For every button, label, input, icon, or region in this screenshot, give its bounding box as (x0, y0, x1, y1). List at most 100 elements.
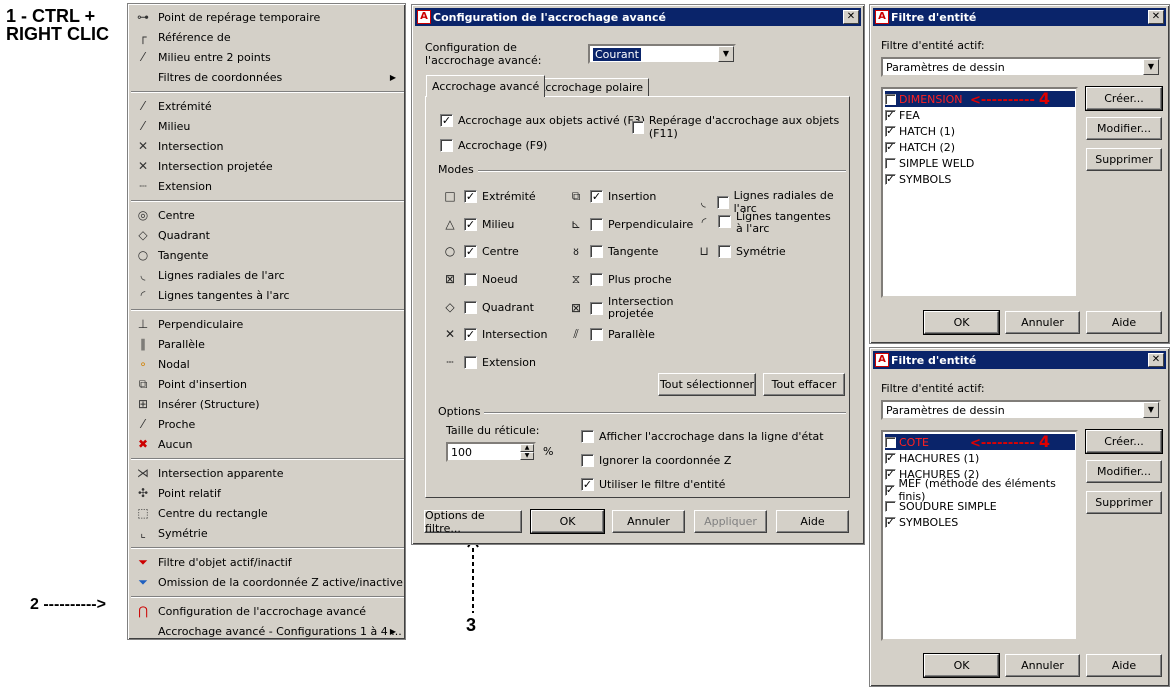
menu-item-arc-tangent[interactable]: ◜ Lignes tangentes à l'arc (131, 285, 404, 305)
menu-item-endpoint[interactable]: ⁄ Extrémité (131, 96, 404, 116)
mode-apparent-intersection[interactable]: ⊠ Intersection projetée (568, 296, 688, 320)
config-select[interactable]: Courant ▼ (588, 44, 736, 64)
list-item[interactable]: SOUDURE SIMPLE (885, 498, 1075, 514)
help-button[interactable]: Aide (1086, 654, 1162, 677)
mode-endpoint[interactable]: □ ✓ Extrémité (442, 189, 535, 203)
mode-parallel[interactable]: ⫽ Parallèle (568, 327, 655, 342)
mode-extension[interactable]: ┄ Extension (442, 355, 536, 369)
menu-item-snap-configs-1-4[interactable]: Accrochage avancé - Configurations 1 à 4… (131, 621, 404, 641)
snap-f9-checkbox[interactable] (440, 139, 453, 152)
close-button[interactable]: ✕ (843, 10, 859, 24)
mode-center[interactable]: ○ ✓ Centre (442, 244, 519, 258)
opt-ignore-z-row[interactable]: Ignorer la coordonnée Z (581, 454, 731, 467)
mode-arc-tangent[interactable]: ◜ Lignes tangentes à l'arc (696, 211, 836, 235)
mode-parallel-checkbox[interactable] (590, 328, 603, 341)
menu-item-extension[interactable]: ┈ Extension (131, 176, 404, 196)
menu-item-tangent[interactable]: ○ Tangente (131, 245, 404, 265)
delete-button[interactable]: Supprimer (1086, 148, 1162, 171)
opt-show-status-checkbox[interactable] (581, 430, 594, 443)
mode-midpoint-checkbox[interactable]: ✓ (464, 217, 477, 231)
filter-options-button[interactable]: Options de filtre... (424, 509, 522, 535)
snap-f9-row[interactable]: Accrochage (F9) (440, 139, 547, 152)
menu-item-relative-point[interactable]: ✣ Point relatif (131, 483, 404, 503)
mode-arc-tangent-checkbox[interactable] (718, 215, 731, 228)
menu-item-mid-between[interactable]: ⁄ Milieu entre 2 points (131, 47, 404, 67)
cancel-button[interactable]: Annuler (1005, 654, 1080, 677)
mode-midpoint[interactable]: △ ✓ Milieu (442, 217, 514, 231)
list-item[interactable]: ✓ MEF (méthode des éléments finis) (885, 477, 1075, 503)
tab-advanced-snap[interactable]: Accrochage avancé (426, 75, 546, 97)
mode-tangent-checkbox[interactable] (590, 244, 603, 258)
mode-perpendicular[interactable]: ⊾ Perpendiculaire (568, 217, 693, 231)
ok-button[interactable]: OK (923, 653, 1000, 678)
tab-polar-snap[interactable]: Accrochage polaire (532, 78, 650, 97)
menu-item-nearest[interactable]: ⁄ Proche (131, 414, 404, 434)
mode-extension-checkbox[interactable] (464, 355, 477, 369)
aperture-spinner[interactable]: 100 ▲ ▼ (446, 442, 536, 462)
mode-nearest[interactable]: ⧖ Plus proche (568, 272, 672, 287)
enable-tracking-checkbox[interactable] (632, 120, 644, 134)
opt-use-filter-checkbox[interactable]: ✓ (581, 478, 594, 491)
create-button[interactable]: Créer... (1085, 429, 1163, 454)
menu-item-parallel[interactable]: ∥ Parallèle (131, 334, 404, 354)
menu-item-midpoint[interactable]: ⁄ Milieu (131, 116, 404, 136)
list-item[interactable]: ✓ HATCH (2) (885, 139, 1075, 155)
menu-item-z-omit-toggle[interactable]: ⏷ Omission de la coordonnée Z active/inac… (131, 572, 404, 592)
help-button[interactable]: Aide (776, 510, 849, 533)
create-button[interactable]: Créer... (1085, 86, 1163, 111)
ok-button[interactable]: OK (530, 509, 605, 534)
list-item[interactable]: ✓ HACHURES (1) (885, 450, 1075, 466)
menu-item-rect-center[interactable]: ⬚ Centre du rectangle (131, 503, 404, 523)
mode-endpoint-checkbox[interactable]: ✓ (464, 189, 477, 203)
mode-insertion[interactable]: ⧉ ✓ Insertion (568, 189, 656, 204)
menu-item-insert-structure[interactable]: ⊞ Insérer (Structure) (131, 394, 404, 414)
mode-symmetry[interactable]: ⊔ Symétrie (696, 244, 785, 258)
close-button[interactable]: ✕ (1148, 353, 1164, 367)
mode-quadrant[interactable]: ◇ Quadrant (442, 300, 534, 314)
delete-button[interactable]: Supprimer (1086, 491, 1162, 514)
mode-center-checkbox[interactable]: ✓ (464, 244, 477, 258)
mode-insertion-checkbox[interactable]: ✓ (590, 190, 603, 203)
list-item[interactable]: ✓ FEA (885, 107, 1075, 123)
spin-up-icon[interactable]: ▲ (520, 444, 534, 452)
mode-quadrant-checkbox[interactable] (464, 300, 477, 314)
mode-apparent-intersection-checkbox[interactable] (590, 301, 603, 315)
close-button[interactable]: ✕ (1148, 10, 1164, 24)
menu-item-intersection[interactable]: ✕ Intersection (131, 136, 404, 156)
list-item[interactable]: ✓ SYMBOLS (885, 171, 1075, 187)
menu-item-quadrant[interactable]: ◇ Quadrant (131, 225, 404, 245)
menu-item-arc-radial[interactable]: ◟ Lignes radiales de l'arc (131, 265, 404, 285)
menu-item-center[interactable]: ◎ Centre (131, 205, 404, 225)
opt-ignore-z-checkbox[interactable] (581, 454, 594, 467)
select-all-button[interactable]: Tout sélectionner (658, 373, 756, 396)
active-filter-select[interactable]: Paramètres de dessin ▼ (881, 57, 1161, 77)
mode-intersection[interactable]: ✕ ✓ Intersection (442, 327, 547, 341)
apply-button[interactable]: Appliquer (694, 510, 767, 533)
list-item[interactable]: SIMPLE WELD (885, 155, 1075, 171)
modify-button[interactable]: Modifier... (1086, 460, 1162, 483)
modify-button[interactable]: Modifier... (1086, 117, 1162, 140)
enable-snap-checkbox[interactable]: ✓ (440, 114, 453, 127)
mode-nearest-checkbox[interactable] (590, 273, 603, 286)
mode-perpendicular-checkbox[interactable] (590, 217, 603, 231)
menu-item-tracking-point[interactable]: ⊶ Point de repérage temporaire (131, 7, 404, 27)
list-item[interactable]: ✓ SYMBOLES (885, 514, 1075, 530)
menu-item-apparent-intersection[interactable]: ✕ Intersection projetée (131, 156, 404, 176)
list-item[interactable]: ✓ HATCH (1) (885, 123, 1075, 139)
filter-list[interactable]: DIMENSION ✓ FEA ✓ HATCH (1) ✓ HATCH (2) SIM… (881, 87, 1078, 298)
menu-item-snap-config[interactable]: ⋂ Configuration de l'accrochage avancé (131, 601, 404, 621)
menu-item-entity-filter-toggle[interactable]: ⏷ Filtre d'objet actif/inactif (131, 552, 404, 572)
menu-item-perpendicular[interactable]: ⊥ Perpendiculaire (131, 314, 404, 334)
ok-button[interactable]: OK (923, 310, 1000, 335)
menu-item-node[interactable]: ∘ Nodal (131, 354, 404, 374)
cancel-button[interactable]: Annuler (612, 510, 685, 533)
menu-item-insertion-point[interactable]: ⧉ Point d'insertion (131, 374, 404, 394)
menu-item-apparent-int[interactable]: ⋊ Intersection apparente (131, 463, 404, 483)
active-filter-select[interactable]: Paramètres de dessin ▼ (881, 400, 1161, 420)
opt-show-status-row[interactable]: Afficher l'accrochage dans la ligne d'ét… (581, 430, 824, 443)
enable-tracking-row[interactable]: Repérage d'accrochage aux objets (F11) (632, 114, 849, 140)
mode-arc-radial-checkbox[interactable] (716, 195, 729, 209)
help-button[interactable]: Aide (1086, 311, 1162, 334)
mode-tangent[interactable]: ᴕ Tangente (568, 244, 658, 258)
opt-use-filter-row[interactable]: ✓ Utiliser le filtre d'entité (581, 478, 725, 491)
